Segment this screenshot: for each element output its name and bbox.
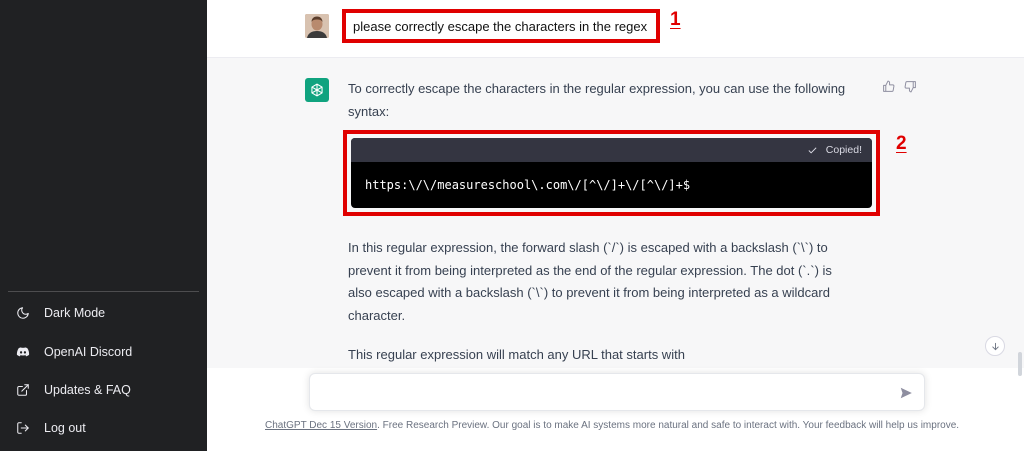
- sidebar-item-dark-mode[interactable]: Dark Mode: [8, 296, 198, 330]
- footer-text: . Free Research Preview. Our goal is to …: [377, 420, 960, 431]
- sidebar-item-log-out[interactable]: Log out: [8, 411, 198, 445]
- send-button[interactable]: [898, 385, 914, 401]
- arrow-down-icon: [991, 342, 999, 350]
- footer-disclaimer: ChatGPT Dec 15 Version. Free Research Pr…: [265, 420, 959, 431]
- version-link[interactable]: ChatGPT Dec 15 Version: [265, 420, 377, 431]
- discord-icon: [16, 345, 30, 359]
- code-block-highlight: Copied! https:\/\/measureschool\.com\/[^…: [343, 130, 880, 216]
- checkmark-icon: [808, 146, 817, 153]
- message-composer: [309, 373, 925, 411]
- annotation-number-2: 2: [896, 133, 907, 154]
- sidebar-item-openai-discord[interactable]: OpenAI Discord: [8, 335, 198, 369]
- assistant-explanation-text: In this regular expression, the forward …: [348, 240, 832, 323]
- user-message-row: please correctly escape the characters i…: [207, 0, 1024, 58]
- assistant-intro-text: To correctly escape the characters in th…: [348, 81, 846, 119]
- thumbs-down-icon: [904, 81, 916, 93]
- message-input[interactable]: [322, 382, 882, 404]
- sidebar-divider: [8, 291, 199, 292]
- code-block: Copied! https:\/\/measureschool\.com\/[^…: [351, 138, 872, 208]
- chatgpt-avatar: [305, 78, 329, 102]
- chat-main: please correctly escape the characters i…: [207, 0, 1024, 451]
- annotation-number-1: 1: [670, 9, 681, 30]
- scrollbar-thumb[interactable]: [1018, 352, 1022, 376]
- thumbs-down-button[interactable]: [904, 80, 917, 93]
- copy-status-label: Copied!: [825, 144, 862, 156]
- sidebar-item-label: Log out: [44, 421, 86, 435]
- sidebar-item-label: Dark Mode: [44, 306, 106, 320]
- openai-logo-icon: [311, 83, 323, 97]
- scroll-to-bottom-button[interactable]: [985, 336, 1005, 356]
- sidebar-item-label: OpenAI Discord: [44, 345, 133, 359]
- sidebar-item-label: Updates & FAQ: [44, 383, 131, 397]
- thumbs-up-button[interactable]: [882, 80, 895, 93]
- moon-icon: [16, 306, 30, 320]
- code-content: https:\/\/measureschool\.com\/[^\/]+\/[^…: [365, 178, 691, 192]
- logout-icon: [16, 421, 30, 435]
- copy-code-button[interactable]: Copied!: [807, 144, 862, 156]
- sidebar-item-updates-faq[interactable]: Updates & FAQ: [8, 373, 198, 407]
- user-avatar: [305, 14, 329, 38]
- send-icon: [900, 387, 912, 399]
- sidebar: Dark Mode OpenAI Discord Updates & FAQ L…: [0, 0, 207, 451]
- thumbs-up-icon: [883, 80, 895, 92]
- code-block-header: Copied!: [351, 138, 872, 162]
- external-link-icon: [16, 383, 30, 397]
- user-message: please correctly escape the characters i…: [342, 9, 660, 43]
- assistant-followup-text: This regular expression will match any U…: [348, 347, 685, 362]
